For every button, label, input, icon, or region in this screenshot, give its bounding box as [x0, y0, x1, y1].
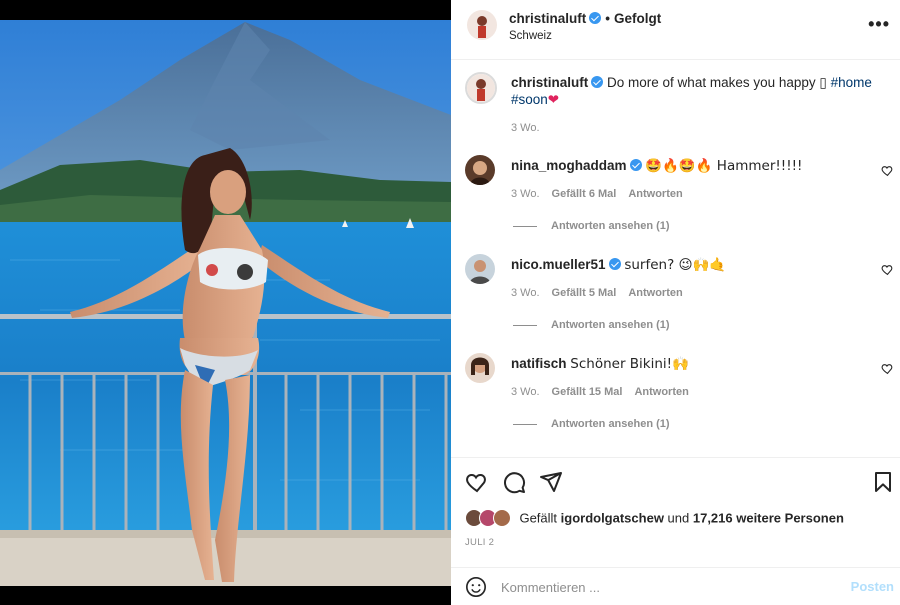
comment-avatar[interactable]: [465, 353, 495, 383]
likes-summary: Gefällt igordolgatschew und 17,216 weite…: [465, 509, 844, 529]
caption-time: 3 Wo.: [511, 122, 540, 134]
comment-likes[interactable]: Gefällt 5 Mal: [552, 287, 617, 299]
comment-text: 🤩🔥🤩🔥 Hammer!!!!!: [645, 158, 803, 174]
comment-text: surfen? 😉🙌🤙: [624, 257, 727, 273]
reply-button[interactable]: Antworten: [628, 287, 682, 299]
comment-item: nico.mueller51 surfen? 😉🙌🤙: [511, 256, 871, 274]
likes-count[interactable]: 17,216 weitere Personen: [693, 511, 844, 526]
comment-heart-icon[interactable]: [881, 164, 894, 177]
comment-username[interactable]: natifisch: [511, 356, 567, 371]
share-icon[interactable]: [539, 470, 563, 494]
post-photo[interactable]: [0, 20, 451, 586]
comment-meta: 3 Wo. Gefällt 6 Mal Antworten: [511, 188, 683, 200]
caption-avatar[interactable]: [465, 72, 497, 104]
likes-text: Gefällt igordolgatschew und 17,216 weite…: [519, 511, 843, 526]
verified-icon: [589, 12, 602, 24]
post-location[interactable]: Schweiz: [509, 30, 552, 42]
follow-button[interactable]: Gefolgt: [614, 11, 661, 26]
view-replies-button[interactable]: Antworten ansehen (1): [513, 418, 670, 430]
comment-icon[interactable]: [502, 470, 526, 494]
emoji-icon[interactable]: [465, 576, 487, 598]
caption-text: Do more of what makes you happy ▯: [607, 75, 831, 90]
comment-composer: Posten: [451, 567, 900, 605]
view-replies-button[interactable]: Antworten ansehen (1): [513, 220, 670, 232]
comment-item: natifisch Schöner Bikini!🙌: [511, 355, 871, 373]
hashtag-soon[interactable]: #soon: [511, 92, 548, 107]
comment-heart-icon[interactable]: [881, 263, 894, 276]
comment-likes[interactable]: Gefällt 6 Mal: [552, 188, 617, 200]
header-separator: •: [605, 11, 610, 26]
post-date[interactable]: JULI 2: [465, 537, 494, 548]
caption: christinaluft Do more of what makes you …: [511, 74, 881, 109]
comment-likes[interactable]: Gefällt 15 Mal: [552, 386, 623, 398]
comment-input[interactable]: [501, 577, 831, 597]
post-header: christinaluft • Gefolgt Schweiz •••: [451, 0, 900, 60]
heart-emoji: ❤: [547, 92, 560, 108]
comment-heart-icon[interactable]: [881, 362, 894, 375]
likes-prefix: Gefällt: [519, 510, 561, 526]
header-name-row: christinaluft • Gefolgt: [509, 10, 661, 28]
verified-icon: [608, 258, 621, 270]
post-media-panel: [0, 0, 451, 605]
comment-username[interactable]: nico.mueller51: [511, 257, 606, 272]
view-replies-button[interactable]: Antworten ansehen (1): [513, 319, 670, 331]
caption-username[interactable]: christinaluft: [511, 75, 588, 90]
bookmark-icon[interactable]: [872, 470, 894, 494]
lake-mountain-photo: [0, 20, 451, 586]
comment-avatar[interactable]: [465, 155, 495, 185]
liker-avatars[interactable]: [465, 509, 515, 527]
author-avatar[interactable]: [467, 10, 497, 40]
liker-username[interactable]: igordolgatschew: [561, 511, 664, 526]
action-bar: [451, 457, 900, 497]
heart-icon[interactable]: [465, 470, 489, 494]
comment-avatar[interactable]: [465, 254, 495, 284]
post-comment-button[interactable]: Posten: [851, 579, 894, 594]
reply-button[interactable]: Antworten: [634, 386, 688, 398]
comment-meta: 3 Wo. Gefällt 15 Mal Antworten: [511, 386, 689, 398]
comment-time: 3 Wo.: [511, 386, 540, 398]
comments-list[interactable]: christinaluft Do more of what makes you …: [451, 61, 900, 456]
author-username[interactable]: christinaluft: [509, 11, 586, 26]
verified-icon: [591, 76, 604, 88]
likes-middle: und: [663, 510, 693, 526]
comment-username[interactable]: nina_moghaddam: [511, 158, 627, 173]
comment-time: 3 Wo.: [511, 287, 540, 299]
comment-time: 3 Wo.: [511, 188, 540, 200]
post-side-panel: christinaluft • Gefolgt Schweiz ••• christ…: [451, 0, 900, 605]
hashtag-home[interactable]: #home: [831, 75, 872, 90]
reply-button[interactable]: Antworten: [628, 188, 682, 200]
comment-text: Schöner Bikini!🙌: [570, 356, 689, 372]
comment-item: nina_moghaddam 🤩🔥🤩🔥 Hammer!!!!!: [511, 157, 871, 175]
more-options-icon[interactable]: •••: [868, 14, 890, 35]
comment-meta: 3 Wo. Gefällt 5 Mal Antworten: [511, 287, 683, 299]
verified-icon: [629, 159, 642, 171]
